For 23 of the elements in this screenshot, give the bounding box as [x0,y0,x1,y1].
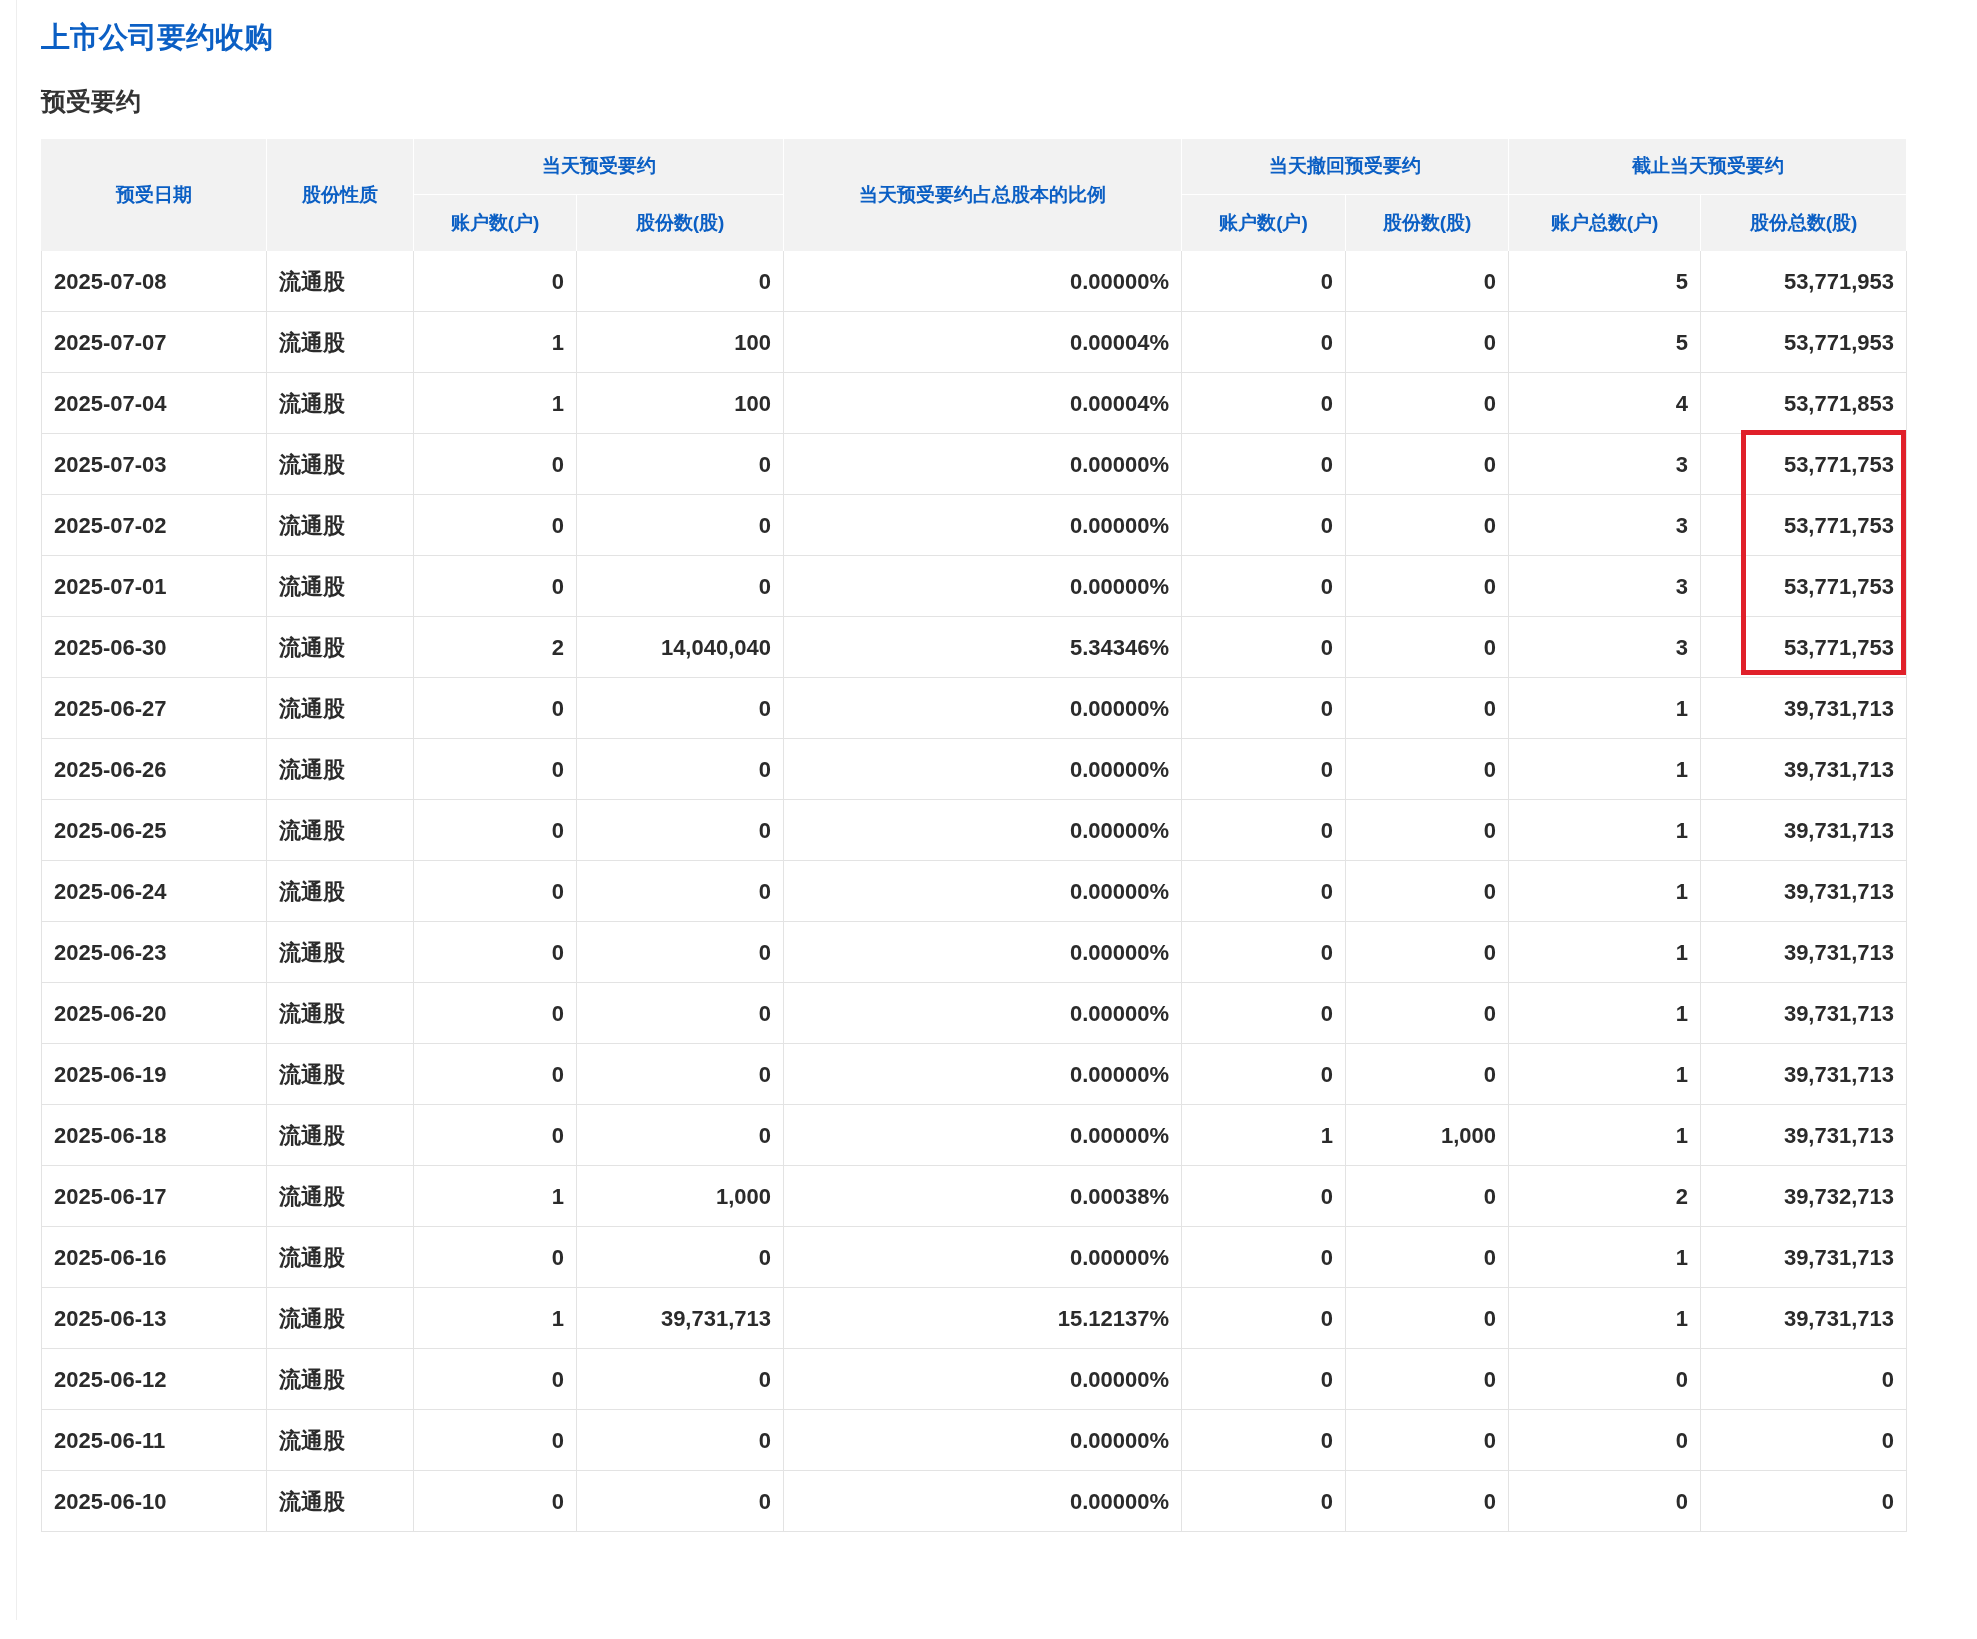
table-cell: 0 [1509,1471,1701,1532]
table-cell: 0 [1182,1471,1346,1532]
table-cell: 0 [1346,1471,1509,1532]
table-cell: 0 [1701,1471,1907,1532]
column-group-header: 当天撤回预受要约 [1182,139,1509,195]
column-header: 账户数(户) [414,195,577,251]
column-header: 账户总数(户) [1509,195,1701,251]
section-title: 预受要约 [41,86,142,117]
column-header: 预受日期 [41,139,267,251]
column-header: 股份性质 [267,139,414,251]
table-cell: 0.00000% [784,1471,1182,1532]
table-cell: 流通股 [267,1471,414,1532]
column-header: 账户数(户) [1182,195,1346,251]
column-header: 股份数(股) [1346,195,1509,251]
column-group-header: 当天预受要约 [414,139,784,195]
column-header: 股份数(股) [577,195,784,251]
table-cell: 2025-06-10 [41,1471,267,1532]
table-cell: 0 [577,1471,784,1532]
column-header: 当天预受要约占总股本的比例 [784,139,1182,251]
table-cell: 0 [414,1471,577,1532]
column-group-header: 截止当天预受要约 [1509,139,1907,195]
page-title: 上市公司要约收购 [41,20,274,55]
column-header: 股份总数(股) [1701,195,1907,251]
